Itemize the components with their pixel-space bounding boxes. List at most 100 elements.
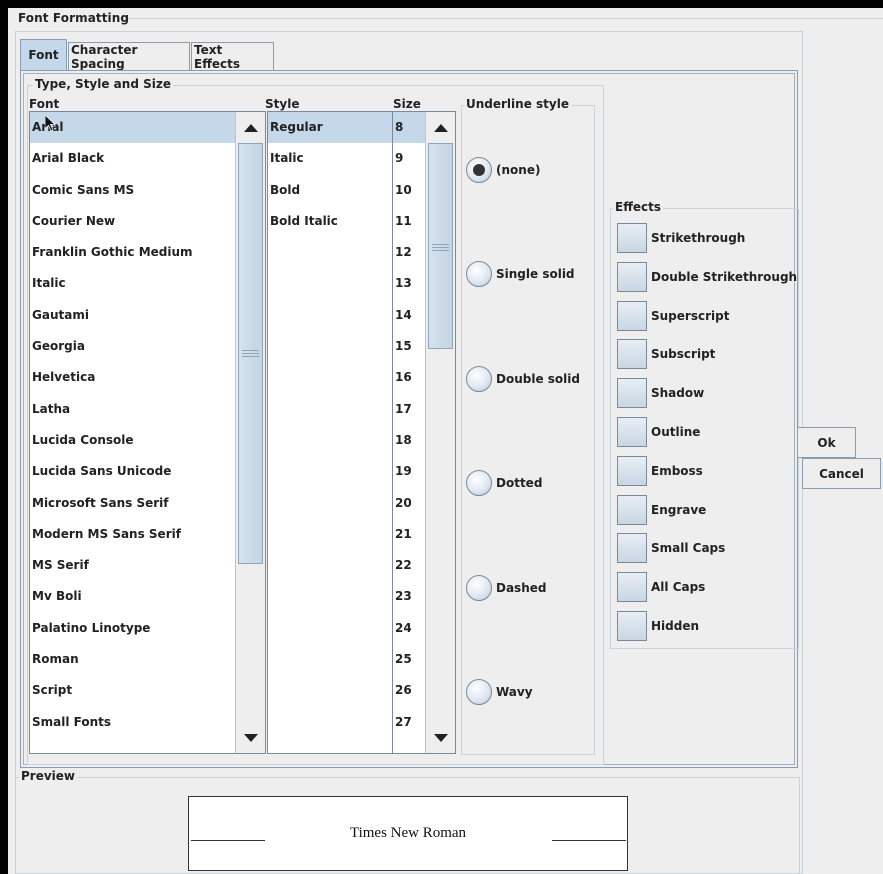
style-list-item[interactable]: Bold Italic <box>268 206 392 237</box>
font-list-item[interactable]: Arial <box>30 112 265 144</box>
font-list-item[interactable]: Helvetica <box>30 362 265 393</box>
font-list-items: Arial Arial Black Comic Sans MS Courier New… <box>30 112 265 738</box>
font-list-item[interactable]: Lucida Console <box>30 425 265 456</box>
checkbox[interactable] <box>617 378 647 409</box>
ok-button[interactable]: Ok <box>797 427 856 458</box>
font-scroll-thumb[interactable] <box>238 143 263 564</box>
radio-button[interactable] <box>466 470 492 496</box>
font-list-item[interactable]: Gautami <box>30 300 265 331</box>
font-column-label: Font <box>29 97 60 111</box>
effect-double-strikethrough-checkbox-row[interactable]: Double Strikethrough <box>617 261 798 292</box>
underline-double-solid-radio[interactable]: Double solid <box>466 366 580 392</box>
effect-hidden-checkbox-row[interactable]: Hidden <box>617 611 699 641</box>
effect-label: Small Caps <box>651 541 726 556</box>
checkbox[interactable] <box>617 455 647 486</box>
font-list-item[interactable]: Italic <box>30 268 265 299</box>
effect-label: Emboss <box>651 463 703 478</box>
effect-engrave-checkbox-row[interactable]: Engrave <box>617 494 707 525</box>
font-list-item[interactable]: Modern MS Sans Serif <box>30 519 265 550</box>
tab-bar: Font Character Spacing Text Effects <box>20 39 275 71</box>
underline-dotted-label: Dotted <box>496 476 543 490</box>
font-list-item[interactable]: Georgia <box>30 331 265 362</box>
effect-strikethrough-checkbox-row[interactable]: Strikethrough <box>617 223 745 253</box>
preview-box: Times New Roman <box>188 796 628 871</box>
font-list-scrollbar[interactable] <box>235 112 265 753</box>
underline-single-solid-label: Single solid <box>496 267 575 281</box>
underline-single-solid-radio[interactable]: Single solid <box>466 261 575 287</box>
font-list-item[interactable]: Arial Black <box>30 143 265 174</box>
type-style-size-group: Type, Style and Size Font Style Size Ari… <box>27 77 604 765</box>
cancel-button[interactable]: Cancel <box>802 458 881 489</box>
font-list-item[interactable]: MS Serif <box>30 550 265 581</box>
size-list-scrollbar[interactable] <box>425 112 455 753</box>
mouse-pointer-icon <box>45 115 57 132</box>
style-listbox[interactable]: Regular Italic Bold Bold Italic <box>267 111 393 754</box>
effect-shadow-checkbox-row[interactable]: Shadow <box>617 378 704 409</box>
font-list-item[interactable]: Script <box>30 675 265 706</box>
effect-all-caps-checkbox-row[interactable]: All Caps <box>617 572 705 603</box>
effect-label: Hidden <box>651 619 700 633</box>
dialog-title: Font Formatting <box>18 11 130 25</box>
effect-label: Superscript <box>651 308 730 323</box>
arrow-down-icon <box>433 733 448 742</box>
radio-button[interactable] <box>466 261 492 287</box>
underline-wavy-radio[interactable]: Wavy <box>466 679 533 705</box>
effects-title: Effects <box>613 200 664 214</box>
font-list-item[interactable]: Comic Sans MS <box>30 175 265 206</box>
tab-character-spacing[interactable]: Character Spacing <box>68 42 190 71</box>
checkbox[interactable] <box>617 611 647 641</box>
checkbox[interactable] <box>617 300 647 331</box>
checkbox[interactable] <box>617 339 647 370</box>
font-list-item[interactable]: Microsoft Sans Serif <box>30 488 265 519</box>
font-list-item[interactable]: Courier New <box>30 206 265 237</box>
arrow-down-icon <box>243 733 258 742</box>
font-list-item[interactable]: Palatino Linotype <box>30 613 265 644</box>
effect-subscript-checkbox-row[interactable]: Subscript <box>617 339 715 370</box>
size-listbox[interactable]: 8 9 10 11 12 13 14 15 16 17 18 19 20 21 22 23 24 25 26 27 <box>392 111 456 754</box>
title-divider <box>128 18 883 19</box>
effect-label: Engrave <box>651 502 707 517</box>
style-list-item[interactable]: Bold <box>268 175 392 206</box>
font-list-item[interactable]: Latha <box>30 394 265 425</box>
radio-button[interactable] <box>466 679 492 705</box>
style-list-item[interactable]: Italic <box>268 143 392 174</box>
radio-button[interactable] <box>466 366 492 392</box>
checkbox[interactable] <box>617 223 647 253</box>
font-tab-panel: Type, Style and Size Font Style Size Ari… <box>20 70 799 768</box>
radio-button[interactable] <box>466 575 492 601</box>
underline-dashed-radio[interactable]: Dashed <box>466 575 546 601</box>
font-scroll-up-button[interactable] <box>236 112 265 143</box>
tab-font[interactable]: Font <box>20 39 67 70</box>
checkbox[interactable] <box>617 417 647 447</box>
effect-small-caps-checkbox-row[interactable]: Small Caps <box>617 533 726 564</box>
effect-superscript-checkbox-row[interactable]: Superscript <box>617 300 730 331</box>
font-scroll-down-button[interactable] <box>236 722 265 753</box>
effect-label: Strikethrough <box>651 231 746 245</box>
checkbox[interactable] <box>617 261 647 292</box>
underline-none-radio[interactable]: (none) <box>466 157 540 183</box>
font-list-item[interactable]: Mv Boli <box>30 581 265 612</box>
effect-emboss-checkbox-row[interactable]: Emboss <box>617 455 703 486</box>
underline-dotted-radio[interactable]: Dotted <box>466 470 542 496</box>
font-list-item[interactable]: Franklin Gothic Medium <box>30 237 265 268</box>
font-listbox[interactable]: Arial Arial Black Comic Sans MS Courier New… <box>29 111 266 754</box>
radio-button[interactable] <box>466 157 492 183</box>
font-list-item[interactable]: Lucida Sans Unicode <box>30 456 265 487</box>
effect-label: Double Strikethrough <box>651 269 798 284</box>
preview-title: Preview <box>19 769 78 783</box>
size-scroll-thumb[interactable] <box>428 143 453 349</box>
size-scroll-up-button[interactable] <box>426 112 455 143</box>
underline-none-label: (none) <box>496 163 541 177</box>
preview-underline-right <box>552 840 626 841</box>
font-list-item[interactable]: Small Fonts <box>30 707 265 738</box>
type-style-size-title: Type, Style and Size <box>33 77 173 91</box>
underline-wavy-label: Wavy <box>496 685 533 699</box>
checkbox[interactable] <box>617 572 647 603</box>
tab-text-effects[interactable]: Text Effects <box>191 42 274 71</box>
checkbox[interactable] <box>617 533 647 564</box>
effect-outline-checkbox-row[interactable]: Outline <box>617 417 700 447</box>
style-list-item[interactable]: Regular <box>268 112 392 144</box>
size-scroll-down-button[interactable] <box>426 722 455 753</box>
font-list-item[interactable]: Roman <box>30 644 265 675</box>
checkbox[interactable] <box>617 494 647 525</box>
